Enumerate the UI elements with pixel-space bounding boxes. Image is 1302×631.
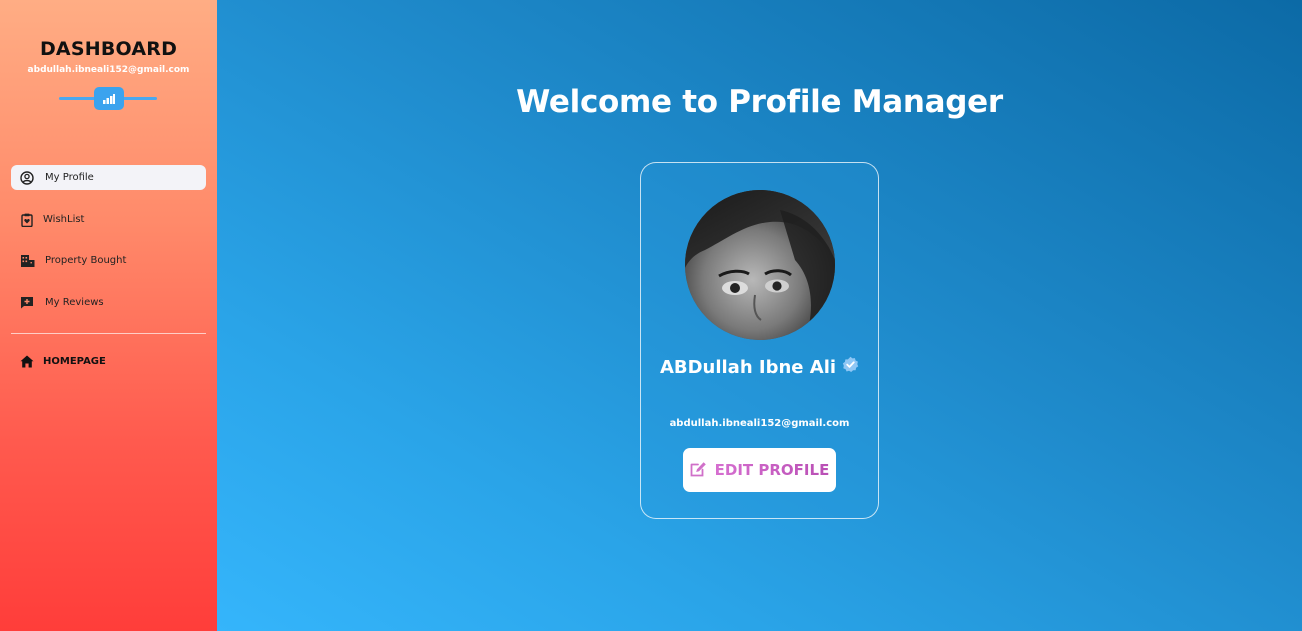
profile-name-text: ABDullah Ibne Ali <box>659 356 837 378</box>
sidebar-item-label: WishList <box>43 214 85 225</box>
sidebar-item-wishlist[interactable]: WishList <box>11 207 206 232</box>
sidebar-item-property-bought[interactable]: Property Bought <box>11 248 206 273</box>
sidebar-item-label: My Reviews <box>45 297 104 308</box>
dashboard-title: DASHBOARD <box>39 38 178 60</box>
sidebar-item-label: HOMEPAGE <box>43 356 106 367</box>
home-icon <box>19 354 35 370</box>
sidebar-item-my-profile[interactable]: My Profile <box>11 165 206 190</box>
building-icon <box>19 253 35 269</box>
review-icon <box>19 295 35 311</box>
profile-name: ABDullah Ibne Ali <box>641 356 878 378</box>
profile-email: abdullah.ibneali152@gmail.com <box>669 418 850 429</box>
sidebar-email: abdullah.ibneali152@gmail.com <box>27 65 190 75</box>
verified-badge-icon <box>842 356 859 378</box>
chart-bar-icon <box>94 87 124 110</box>
clipboard-heart-icon <box>19 212 35 228</box>
edit-profile-button[interactable]: EDIT PROFILE <box>683 448 836 492</box>
sidebar: DASHBOARD abdullah.ibneali152@gmail.com … <box>0 0 217 631</box>
avatar <box>685 190 835 340</box>
sidebar-divider <box>11 333 206 334</box>
sidebar-item-homepage[interactable]: HOMEPAGE <box>11 349 206 374</box>
edit-icon <box>690 461 707 480</box>
page-title: Welcome to Profile Manager <box>516 84 1003 120</box>
user-circle-icon <box>19 170 35 186</box>
main-content: Welcome to Profile Manager ABDullah Ibne… <box>217 0 1302 631</box>
profile-card: ABDullah Ibne Ali abdullah.ibneali152@gm… <box>640 162 879 519</box>
sidebar-item-label: My Profile <box>45 172 94 183</box>
edit-profile-label: EDIT PROFILE <box>714 461 830 479</box>
sidebar-item-my-reviews[interactable]: My Reviews <box>11 290 206 315</box>
sidebar-item-label: Property Bought <box>45 255 127 266</box>
